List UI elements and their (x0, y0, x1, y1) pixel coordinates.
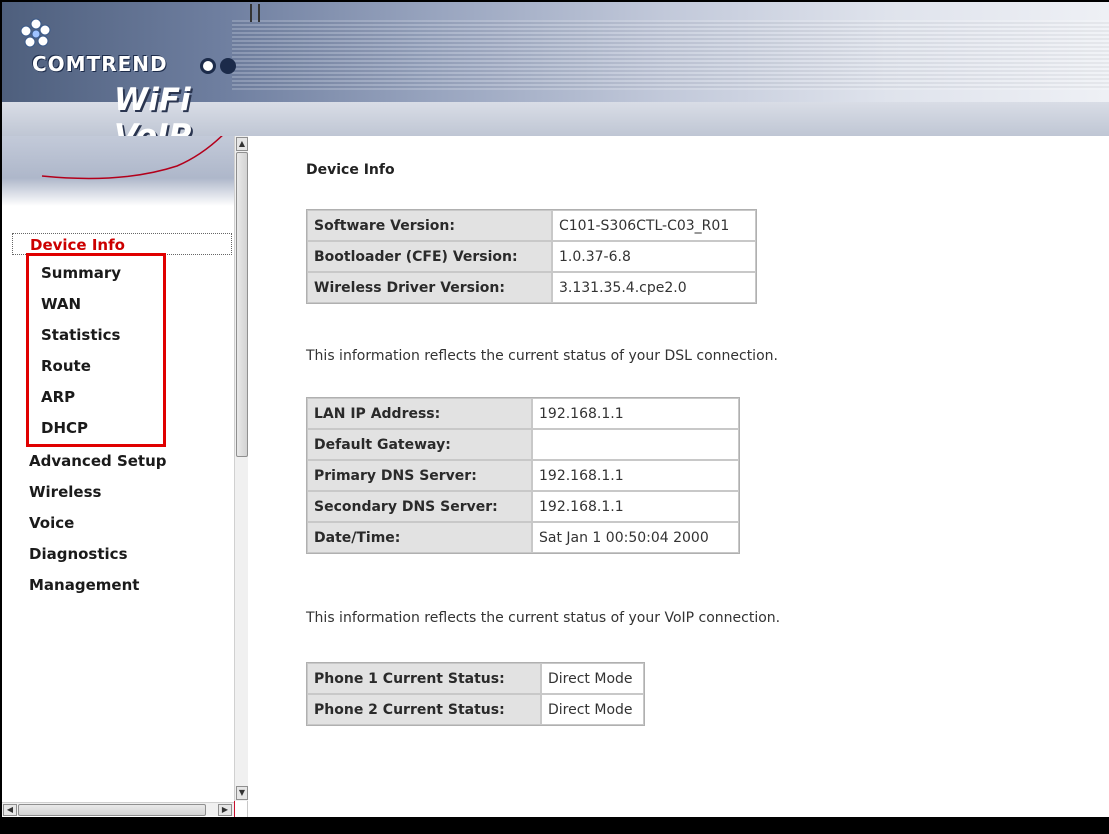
table-row: Phone 2 Current Status: Direct Mode (307, 694, 644, 725)
scroll-up-icon[interactable]: ▲ (236, 137, 248, 151)
banner-bar-marks (250, 4, 260, 22)
row-value: Direct Mode (541, 663, 644, 694)
row-value: Direct Mode (541, 694, 644, 725)
voip-table: Phone 1 Current Status: Direct Mode Phon… (306, 662, 645, 726)
brand-logo: COMTREND (32, 52, 168, 76)
table-row: Date/Time: Sat Jan 1 00:50:04 2000 (307, 522, 739, 553)
row-value (532, 429, 739, 460)
nav-frame: Device Info Summary WAN Statistics Route… (2, 112, 248, 817)
dsl-table: LAN IP Address: 192.168.1.1 Default Gate… (306, 397, 740, 554)
row-label: Bootloader (CFE) Version: (307, 241, 552, 272)
version-table: Software Version: C101-S306CTL-C03_R01 B… (306, 209, 757, 304)
nav-item-diagnostics[interactable]: Diagnostics (29, 545, 128, 563)
row-label: Wireless Driver Version: (307, 272, 552, 303)
nav-device-info[interactable]: Device Info (12, 233, 232, 255)
nav-item-arp[interactable]: ARP (41, 388, 75, 406)
scroll-thumb[interactable] (236, 152, 248, 457)
dsl-status-text: This information reflects the current st… (306, 348, 778, 364)
row-label: Primary DNS Server: (307, 460, 532, 491)
nav-horizontal-scrollbar[interactable]: ◀ ▶ (2, 802, 234, 816)
table-row: Wireless Driver Version: 3.131.35.4.cpe2… (307, 272, 756, 303)
row-value: 192.168.1.1 (532, 491, 739, 522)
bottom-status-bar (0, 817, 1109, 834)
row-value: 1.0.37-6.8 (552, 241, 756, 272)
table-row: Default Gateway: (307, 429, 739, 460)
scroll-left-icon[interactable]: ◀ (3, 804, 17, 816)
table-row: Phone 1 Current Status: Direct Mode (307, 663, 644, 694)
row-value: 192.168.1.1 (532, 460, 739, 491)
table-row: Bootloader (CFE) Version: 1.0.37-6.8 (307, 241, 756, 272)
page-title: Device Info (306, 162, 395, 178)
nav-item-management[interactable]: Management (29, 576, 139, 594)
row-value: 3.131.35.4.cpe2.0 (552, 272, 756, 303)
product-title: WiFi VoIP GW (114, 82, 192, 136)
brand-logo-dots (200, 58, 240, 78)
table-row: Secondary DNS Server: 192.168.1.1 (307, 491, 739, 522)
nav-item-advanced-setup[interactable]: Advanced Setup (29, 452, 167, 470)
nav-item-summary[interactable]: Summary (41, 264, 121, 282)
row-label: Default Gateway: (307, 429, 532, 460)
swoosh-graphic (41, 112, 242, 180)
row-value: C101-S306CTL-C03_R01 (552, 210, 756, 241)
nav-vertical-scrollbar[interactable]: ▲ ▼ (234, 136, 248, 801)
row-label: LAN IP Address: (307, 398, 532, 429)
nav-item-wan[interactable]: WAN (41, 295, 81, 313)
logo-area: COMTREND WiFi VoIP GW (2, 2, 242, 136)
nav-header-art (2, 112, 242, 206)
scroll-down-icon[interactable]: ▼ (236, 786, 248, 800)
header-banner: COMTREND WiFi VoIP GW (2, 2, 1109, 136)
row-value: 192.168.1.1 (532, 398, 739, 429)
banner-stripes (232, 20, 1109, 90)
nav-item-wireless[interactable]: Wireless (29, 483, 101, 501)
voip-status-text: This information reflects the current st… (306, 610, 781, 626)
row-value: Sat Jan 1 00:50:04 2000 (532, 522, 739, 553)
nav-item-statistics[interactable]: Statistics (41, 326, 120, 344)
annotation-highlight-box (26, 253, 166, 447)
table-row: LAN IP Address: 192.168.1.1 (307, 398, 739, 429)
hscroll-thumb[interactable] (18, 804, 206, 816)
comtrend-flower-icon (20, 18, 51, 48)
scroll-right-icon[interactable]: ▶ (218, 804, 232, 816)
row-label: Phone 2 Current Status: (307, 694, 541, 725)
nav-item-dhcp[interactable]: DHCP (41, 419, 88, 437)
row-label: Software Version: (307, 210, 552, 241)
table-row: Primary DNS Server: 192.168.1.1 (307, 460, 739, 491)
row-label: Secondary DNS Server: (307, 491, 532, 522)
table-row: Software Version: C101-S306CTL-C03_R01 (307, 210, 756, 241)
nav-item-route[interactable]: Route (41, 357, 91, 375)
row-label: Phone 1 Current Status: (307, 663, 541, 694)
nav-item-voice[interactable]: Voice (29, 514, 74, 532)
row-label: Date/Time: (307, 522, 532, 553)
main-content: Device Info Software Version: C101-S306C… (248, 136, 1109, 817)
